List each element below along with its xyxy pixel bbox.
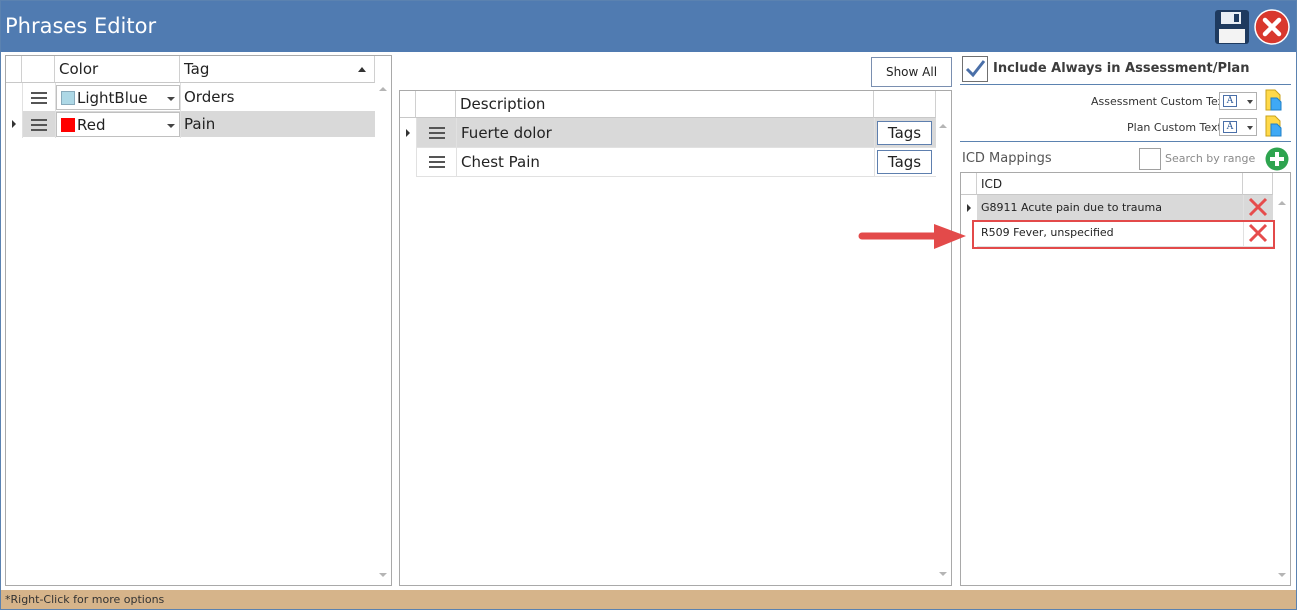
paste-icon[interactable] bbox=[1264, 89, 1282, 111]
include-always-label: Include Always in Assessment/Plan bbox=[993, 61, 1250, 76]
row-indicator-header bbox=[6, 56, 22, 83]
tag-cell[interactable]: Pain bbox=[180, 111, 375, 137]
text-format-icon: A bbox=[1223, 121, 1237, 133]
close-icon[interactable] bbox=[1254, 9, 1290, 45]
add-icd-icon[interactable] bbox=[1265, 147, 1289, 171]
scroll-down-icon[interactable] bbox=[379, 573, 387, 577]
column-header-icd[interactable]: ICD bbox=[977, 173, 1243, 195]
chevron-down-icon bbox=[167, 97, 175, 101]
save-icon[interactable] bbox=[1214, 9, 1250, 45]
tag-cell[interactable]: Orders bbox=[180, 84, 375, 110]
delete-icon[interactable] bbox=[1247, 196, 1269, 218]
scroll-down-icon[interactable] bbox=[939, 572, 947, 576]
highlight-box bbox=[972, 220, 1275, 249]
chevron-down-icon bbox=[1247, 100, 1253, 104]
column-header-color[interactable]: Color bbox=[55, 56, 180, 83]
icd-cell[interactable]: G8911 Acute pain due to trauma bbox=[977, 196, 1243, 220]
color-select[interactable]: Red bbox=[56, 112, 180, 137]
title-bar: Phrases Editor bbox=[1, 1, 1296, 52]
row-menu-header bbox=[22, 56, 55, 83]
status-text: *Right-Click for more options bbox=[5, 593, 165, 606]
status-bar: *Right-Click for more options bbox=[1, 590, 1296, 609]
color-swatch bbox=[61, 118, 75, 132]
scroll-up-icon[interactable] bbox=[1278, 201, 1286, 205]
text-format-icon: A bbox=[1223, 95, 1237, 107]
column-header-description[interactable]: Description bbox=[456, 91, 874, 118]
annotation-arrow-icon bbox=[858, 224, 966, 249]
assessment-custom-text-select[interactable]: A bbox=[1219, 92, 1257, 110]
color-swatch bbox=[61, 91, 75, 105]
include-always-checkbox[interactable] bbox=[962, 56, 988, 82]
window-title: Phrases Editor bbox=[5, 14, 157, 38]
row-menu-icon[interactable] bbox=[429, 156, 445, 168]
row-menu-icon[interactable] bbox=[429, 127, 445, 139]
vertical-scrollbar[interactable] bbox=[1274, 195, 1290, 585]
chevron-down-icon bbox=[167, 124, 175, 128]
divider bbox=[960, 84, 1291, 85]
column-header-tag[interactable]: Tag bbox=[180, 56, 375, 83]
checkmark-icon bbox=[965, 60, 986, 78]
icd-mappings-label: ICD Mappings bbox=[962, 151, 1052, 166]
color-select-value: LightBlue bbox=[77, 89, 148, 107]
column-header-tag-label: Tag bbox=[184, 60, 210, 78]
vertical-scrollbar[interactable] bbox=[935, 118, 951, 585]
column-header-delete bbox=[1243, 173, 1273, 195]
sort-ascending-icon bbox=[358, 67, 366, 72]
color-select-value: Red bbox=[77, 116, 106, 134]
row-menu-icon[interactable] bbox=[31, 119, 47, 131]
show-all-button[interactable]: Show All bbox=[871, 57, 952, 87]
paste-icon[interactable] bbox=[1264, 115, 1282, 137]
description-cell[interactable]: Chest Pain bbox=[457, 149, 872, 175]
color-select[interactable]: LightBlue bbox=[56, 85, 180, 110]
search-by-range-label: Search by range bbox=[1165, 152, 1256, 165]
row-menu-icon[interactable] bbox=[31, 92, 47, 104]
scroll-up-icon[interactable] bbox=[379, 87, 387, 91]
scroll-down-icon[interactable] bbox=[1278, 573, 1286, 577]
plan-custom-text-label: Plan Custom Text: bbox=[1127, 121, 1226, 134]
row-menu-header bbox=[416, 91, 456, 118]
plan-custom-text-select[interactable]: A bbox=[1219, 118, 1257, 136]
vertical-scrollbar[interactable] bbox=[375, 83, 391, 585]
chevron-down-icon bbox=[1247, 126, 1253, 130]
row-indicator-header bbox=[400, 91, 416, 118]
assessment-custom-text-label: Assessment Custom Text: bbox=[1091, 95, 1233, 108]
tags-button[interactable]: Tags bbox=[877, 150, 932, 174]
tags-button[interactable]: Tags bbox=[877, 121, 932, 145]
current-row-icon bbox=[12, 120, 16, 128]
description-cell[interactable]: Fuerte dolor bbox=[457, 120, 872, 146]
search-by-range-checkbox[interactable] bbox=[1139, 148, 1161, 170]
tag-color-grid: Color Tag LightBlue Orders Red Pain bbox=[5, 55, 392, 586]
current-row-icon bbox=[406, 129, 410, 137]
scroll-up-icon[interactable] bbox=[939, 124, 947, 128]
row-indicator-header bbox=[961, 173, 977, 195]
divider bbox=[960, 141, 1291, 142]
current-row-icon bbox=[967, 204, 971, 212]
column-header-tags bbox=[874, 91, 936, 118]
phrases-grid: Description Fuerte dolor Tags Chest Pain… bbox=[399, 90, 952, 586]
